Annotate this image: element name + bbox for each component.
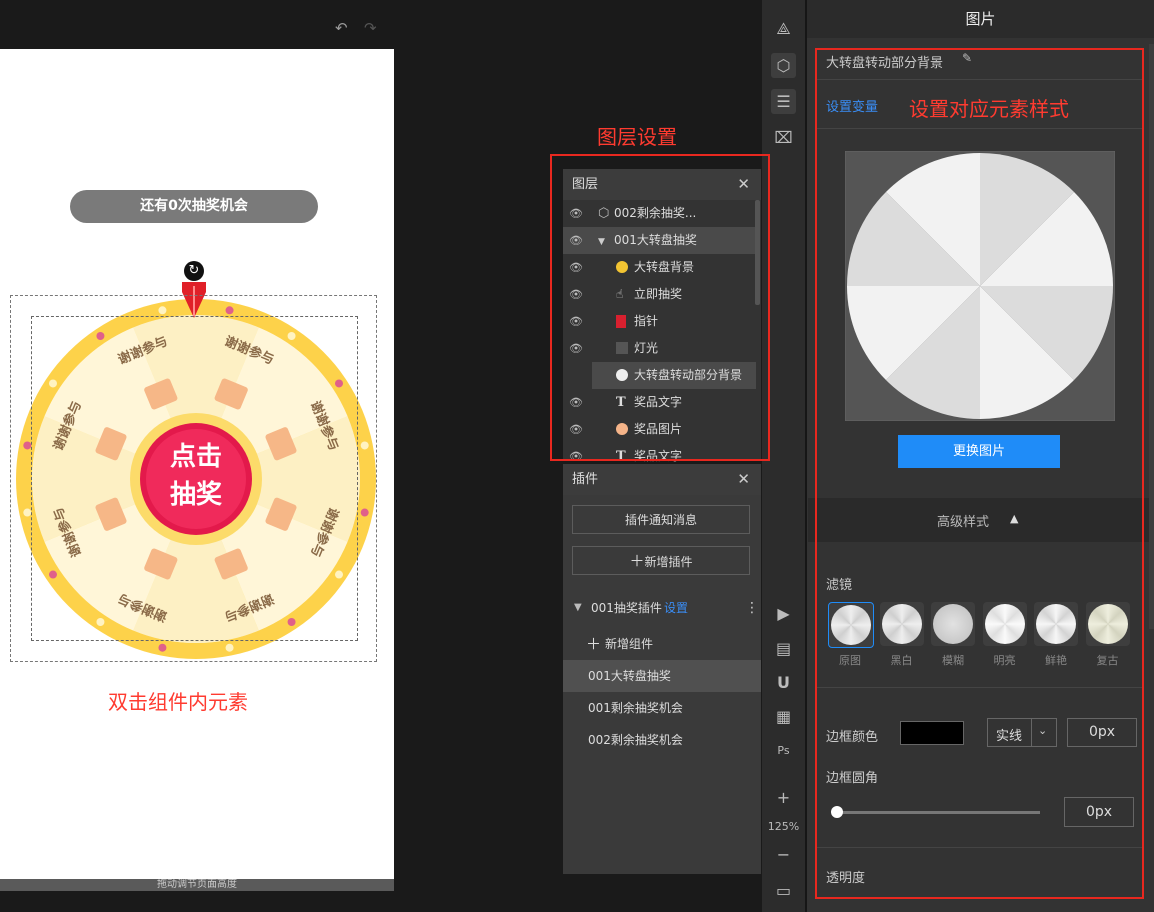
zoom-level: 125% <box>767 820 800 833</box>
plugin-group-row[interactable]: ▼ 001抽奖插件 设置 ⋮ <box>563 592 761 624</box>
film-icon[interactable]: ▤ <box>771 636 796 661</box>
plugin-panel-header: 插件 ✕ <box>563 464 761 495</box>
add-component-label: 新增组件 <box>605 637 654 651</box>
plugin-group-label: 001抽奖插件 <box>591 601 662 615</box>
annotation-dblclick: 双击组件内元素 <box>108 690 248 714</box>
plugin-notify-button[interactable]: 插件通知消息 <box>572 505 750 534</box>
share-nodes-icon[interactable]: ⟁ <box>771 16 796 41</box>
page-height-drag-bar[interactable]: 拖动调节页面高度 <box>0 879 394 891</box>
properties-panel-title: 图片 <box>807 0 1154 38</box>
add-component-row[interactable]: ＋ 新增组件 <box>563 628 761 660</box>
remaining-chance-pill[interactable]: 还有0次抽奖机会 <box>70 190 318 223</box>
undo-icon[interactable]: ↶ <box>335 19 348 37</box>
selection-box-inner <box>31 316 358 641</box>
zoom-in-icon[interactable]: + <box>771 785 796 810</box>
annotation-layers: 图层设置 <box>597 125 677 149</box>
plugin-panel: 插件 ✕ 插件通知消息 ＋新增插件 ▼ 001抽奖插件 设置 ⋮ ＋ 新增组件 … <box>563 464 761 874</box>
play-icon[interactable]: ▶ <box>771 601 796 626</box>
add-plugin-button[interactable]: ＋新增插件 <box>572 546 750 575</box>
photoshop-icon[interactable]: Ps <box>771 738 796 763</box>
caret-down-icon: ▼ <box>574 602 582 613</box>
plus-icon: ＋ <box>629 552 645 570</box>
add-plugin-label: 新增插件 <box>644 555 693 569</box>
grid-icon[interactable]: ▦ <box>771 704 796 729</box>
magnet-icon[interactable]: U <box>771 670 796 695</box>
plus-icon: ＋ <box>586 635 602 653</box>
properties-scrollbar[interactable] <box>1149 44 1154 629</box>
component-label: 002剩余抽奖机会 <box>588 733 683 747</box>
component-cube-icon[interactable]: ⬡ <box>771 53 796 78</box>
annotation-box-layers <box>550 154 770 461</box>
annotation-box-styles <box>815 48 1144 899</box>
component-item[interactable]: 001剩余抽奖机会 <box>563 692 761 724</box>
variable-icon[interactable]: ⌧ <box>771 125 796 150</box>
component-label: 001剩余抽奖机会 <box>588 701 683 715</box>
plugin-settings-link[interactable]: 设置 <box>664 592 688 624</box>
plugin-panel-title: 插件 <box>572 472 599 487</box>
rotate-handle-icon[interactable]: ↻ <box>184 261 204 281</box>
chat-icon[interactable]: ▭ <box>771 878 796 903</box>
zoom-out-icon[interactable]: − <box>771 842 796 867</box>
redo-icon[interactable]: ↷ <box>364 19 377 37</box>
component-item[interactable]: 001大转盘抽奖 <box>563 660 761 692</box>
component-item[interactable]: 002剩余抽奖机会 <box>563 724 761 756</box>
plugin-panel-close-icon[interactable]: ✕ <box>737 464 750 495</box>
layers-icon[interactable]: ☰ <box>771 89 796 114</box>
more-menu-icon[interactable]: ⋮ <box>745 592 759 624</box>
component-label: 001大转盘抽奖 <box>588 669 671 683</box>
